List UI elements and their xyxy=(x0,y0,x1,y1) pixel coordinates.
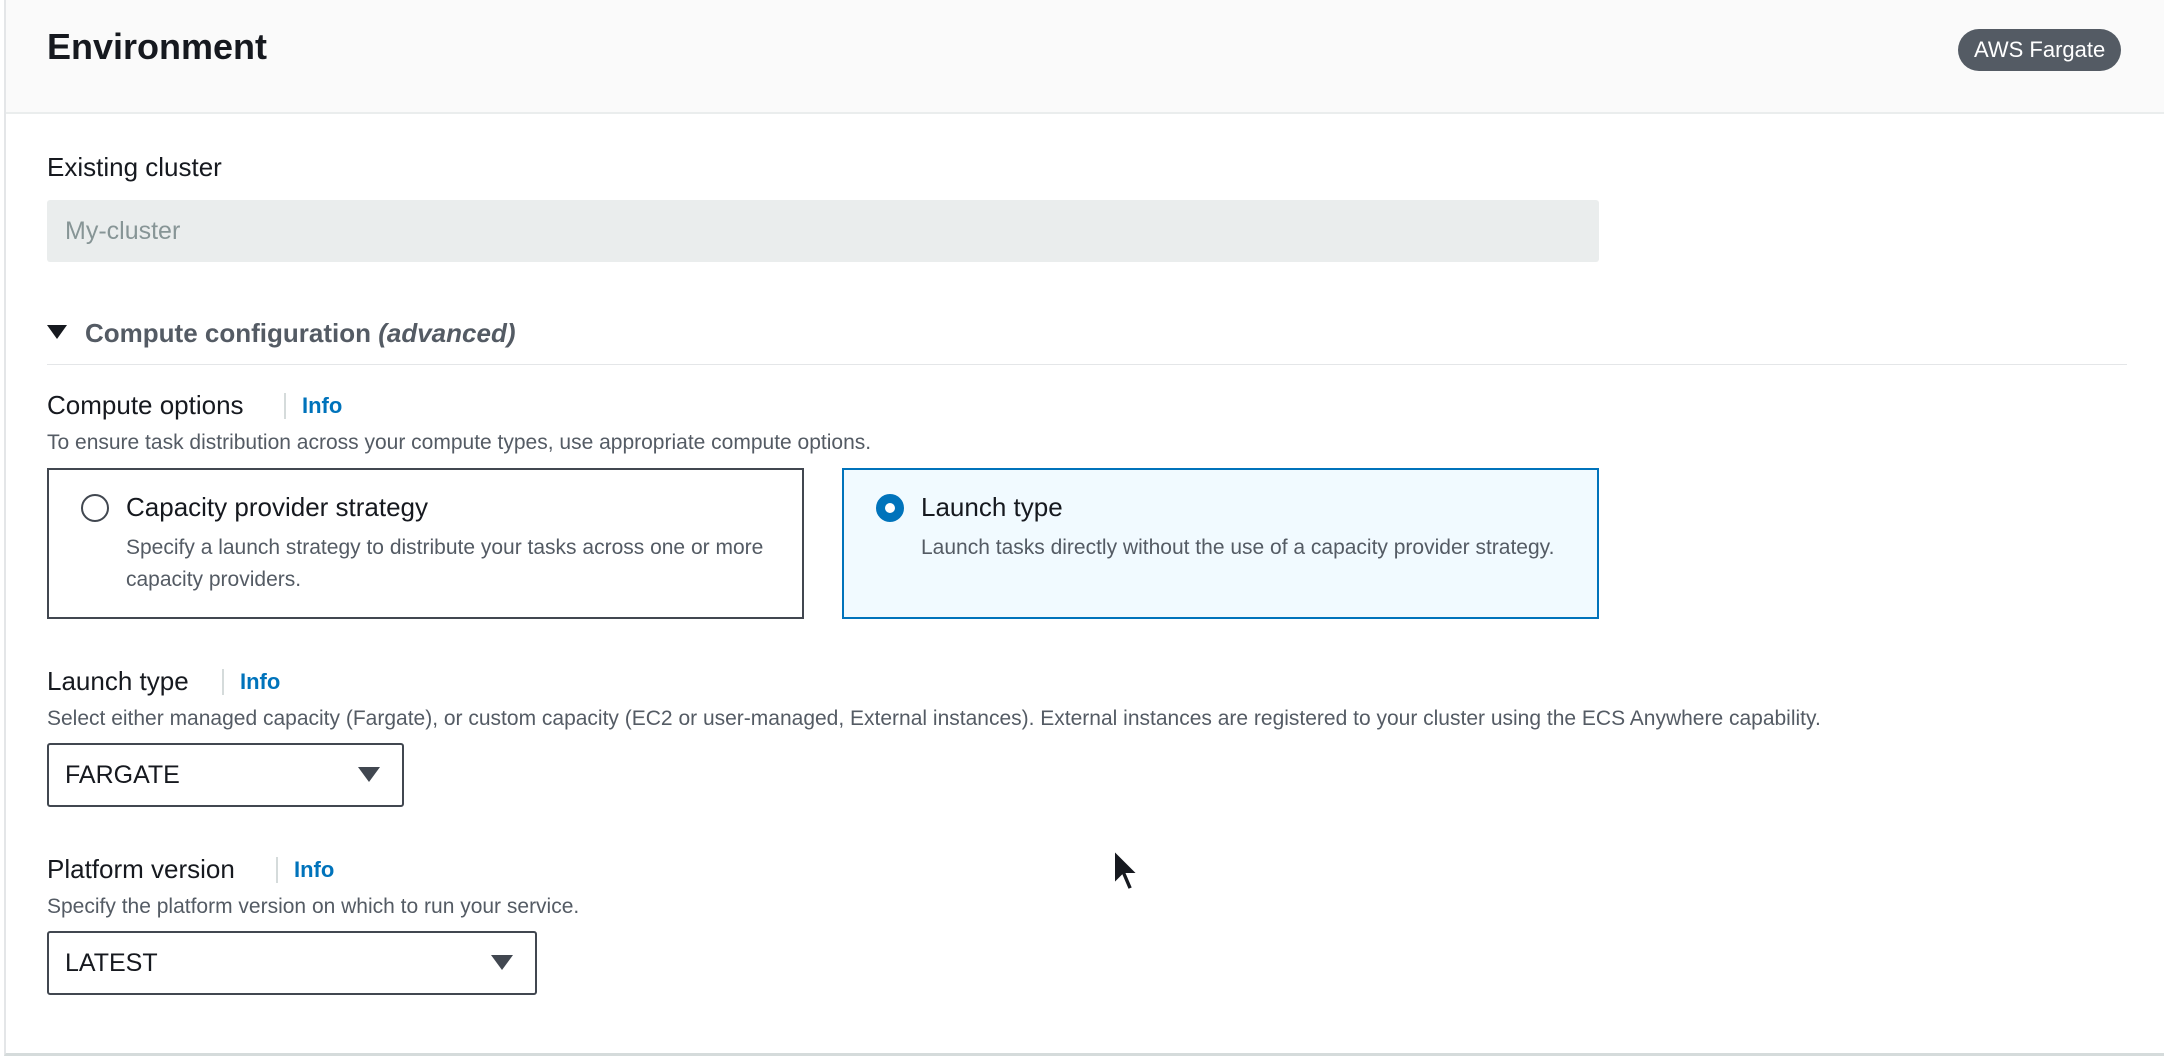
launch-type-info-link[interactable]: Info xyxy=(222,669,280,695)
launch-type-option-title: Launch type xyxy=(921,492,1063,522)
launch-type-label: Launch type xyxy=(47,666,189,696)
environment-panel: Environment AWS Fargate Existing cluster… xyxy=(4,0,2164,1056)
capacity-provider-title: Capacity provider strategy xyxy=(126,492,429,522)
panel-header: Environment AWS Fargate xyxy=(6,0,2164,114)
platform-version-select[interactable]: LATEST xyxy=(47,931,537,995)
launch-type-value: FARGATE xyxy=(65,761,180,789)
capacity-provider-radio[interactable] xyxy=(81,494,109,522)
launch-type-option[interactable]: Launch type Launch tasks directly withou… xyxy=(842,468,1599,619)
capacity-provider-strategy-option[interactable]: Capacity provider strategy Specify a lau… xyxy=(47,468,804,619)
compute-options-label: Compute options xyxy=(47,390,244,420)
platform-version-label: Platform version xyxy=(47,854,235,884)
compute-configuration-title: Compute configuration xyxy=(85,318,371,348)
mouse-pointer-icon xyxy=(1113,848,1141,892)
existing-cluster-label: Existing cluster xyxy=(47,152,222,182)
launch-badge: AWS Fargate xyxy=(1958,29,2122,71)
divider xyxy=(47,364,2127,365)
page-title: Environment xyxy=(47,26,268,67)
caret-down-icon xyxy=(47,325,67,339)
compute-options-info-link[interactable]: Info xyxy=(284,393,342,419)
launch-type-option-description: Launch tasks directly without the use of… xyxy=(921,536,1555,559)
chevron-down-icon xyxy=(358,767,380,782)
launch-type-select[interactable]: FARGATE xyxy=(47,743,404,807)
compute-configuration-suffix: (advanced) xyxy=(378,318,516,348)
capacity-provider-description: Specify a launch strategy to distribute … xyxy=(126,536,764,591)
existing-cluster-input: My-cluster xyxy=(47,200,1599,262)
compute-options-description: To ensure task distribution across your … xyxy=(47,431,872,454)
compute-configuration-toggle[interactable]: Compute configuration (advanced) xyxy=(47,318,515,354)
platform-version-info-link[interactable]: Info xyxy=(276,857,334,883)
launch-type-radio[interactable] xyxy=(876,494,904,522)
platform-version-description: Specify the platform version on which to… xyxy=(47,895,580,918)
platform-version-value: LATEST xyxy=(65,949,158,977)
launch-type-description: Select either managed capacity (Fargate)… xyxy=(47,707,1821,730)
chevron-down-icon xyxy=(491,955,513,970)
